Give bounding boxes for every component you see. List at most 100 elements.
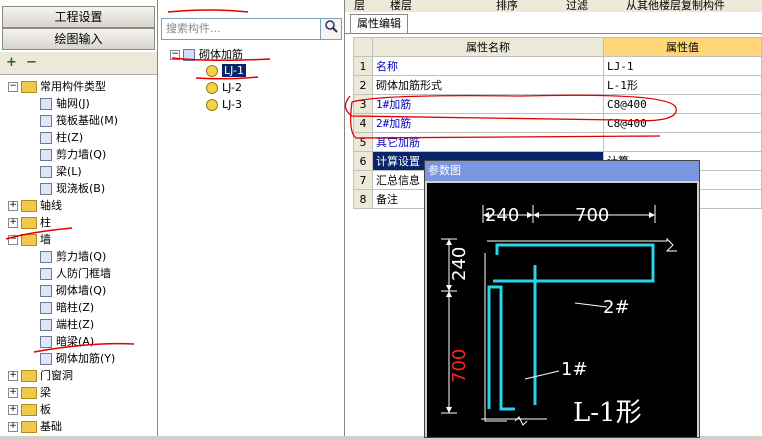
expand-icon[interactable]: + — [8, 405, 18, 415]
parameter-diagram-window[interactable]: 参数图 240 700 240 700 2# 1# L-1形 — [424, 160, 700, 438]
tree-category[interactable]: − 常用构件类型 — [8, 78, 106, 95]
tree-toolbar: + − — [0, 52, 157, 75]
tree-category[interactable]: + 梁 — [8, 384, 51, 401]
row-number: 6 — [353, 151, 373, 171]
tree-item[interactable]: 砌体加筋(Y) — [40, 350, 115, 367]
slab-icon — [40, 183, 52, 195]
expand-all-icon[interactable]: + — [6, 55, 17, 70]
dim-240-left: 240 — [449, 247, 470, 281]
tree-label: 梁 — [40, 386, 51, 399]
hidden-column-icon — [40, 302, 52, 314]
property-name-cell: 其它加筋 — [372, 132, 604, 152]
dim-700-left: 700 — [449, 349, 470, 383]
shear-wall-icon — [40, 149, 52, 161]
tree-item[interactable]: 梁(L) — [40, 163, 82, 180]
row-number-header — [353, 37, 373, 57]
search-input[interactable]: 搜索构件... — [161, 18, 321, 40]
folder-icon — [21, 370, 37, 382]
gear-icon — [206, 65, 218, 77]
tree-item[interactable]: 人防门框墙 — [40, 265, 111, 282]
tree-item[interactable]: 轴网(J) — [40, 95, 90, 112]
table-row[interactable]: 4 2#加筋 C8@400 — [353, 113, 762, 133]
dim-240-top: 240 — [485, 205, 519, 226]
property-name-cell: 1#加筋 — [372, 94, 604, 114]
tree-item[interactable]: 现浇板(B) — [40, 180, 105, 197]
expand-icon[interactable]: + — [8, 422, 18, 432]
table-row[interactable]: 2 砌体加筋形式 L-1形 — [353, 75, 762, 95]
list-item-label: LJ-1 — [222, 64, 246, 77]
project-settings-button[interactable]: 工程设置 — [2, 6, 155, 28]
search-icon[interactable] — [320, 18, 342, 40]
folder-icon — [21, 404, 37, 416]
tree-category[interactable]: + 轴线 — [8, 197, 62, 214]
list-item-label: LJ-2 — [222, 81, 242, 94]
tree-item[interactable]: 剪力墙(Q) — [40, 146, 106, 163]
row-number: 8 — [353, 189, 373, 209]
rebar-1-line — [487, 285, 515, 411]
collapse-all-icon[interactable]: − — [26, 55, 37, 70]
tree-category[interactable]: + 门窗洞 — [8, 367, 73, 384]
tree-label: 暗柱(Z) — [56, 301, 95, 314]
property-value-cell[interactable]: C8@400 — [603, 94, 762, 114]
collapse-icon[interactable]: − — [8, 235, 18, 245]
tree-item[interactable]: 剪力墙(Q) — [40, 248, 106, 265]
dim-700-top: 700 — [575, 205, 609, 226]
tree-category[interactable]: + 基础 — [8, 418, 62, 435]
tree-label: 暗梁(A) — [56, 335, 95, 348]
tree-label: 人防门框墙 — [56, 267, 111, 280]
folder-icon — [21, 387, 37, 399]
expand-icon[interactable]: + — [8, 388, 18, 398]
masonry-rebar-icon — [40, 353, 52, 365]
row-number: 5 — [353, 132, 373, 152]
tree-item[interactable]: 暗梁(A) — [40, 333, 94, 350]
column-icon — [40, 132, 52, 144]
list-item[interactable]: LJ-1 — [206, 62, 246, 79]
tree-item[interactable]: 筏板基础(M) — [40, 112, 118, 129]
property-value-cell[interactable]: LJ-1 — [603, 56, 762, 76]
beam-icon — [40, 166, 52, 178]
list-item[interactable]: LJ-2 — [206, 79, 242, 96]
parameter-diagram-title: 参数图 — [425, 161, 699, 181]
tree-item[interactable]: 暗柱(Z) — [40, 299, 94, 316]
collapse-icon[interactable]: − — [170, 50, 180, 60]
expand-icon[interactable]: + — [8, 201, 18, 211]
tree-category[interactable]: + 柱 — [8, 214, 51, 231]
row-number: 4 — [353, 113, 373, 133]
property-value-cell[interactable] — [603, 132, 762, 152]
component-list-panel: 搜索构件... − 砌体加筋 LJ-1 LJ-2 LJ-3 — [158, 0, 345, 436]
table-row[interactable]: 3 1#加筋 C8@400 — [353, 94, 762, 114]
drawing-input-button[interactable]: 绘图输入 — [2, 28, 155, 50]
grid-icon — [40, 98, 52, 110]
tree-label: 剪力墙(Q) — [56, 250, 107, 263]
expand-icon[interactable]: + — [8, 371, 18, 381]
tab-property-edit[interactable]: 属性编辑 — [350, 14, 408, 33]
tree-category[interactable]: − 墙 — [8, 231, 51, 248]
tree-item[interactable]: 端柱(Z) — [40, 316, 94, 333]
table-row[interactable]: 1 名称 LJ-1 — [353, 56, 762, 76]
tree-label: 柱 — [40, 216, 51, 229]
row-number: 2 — [353, 75, 373, 95]
table-row[interactable]: 5 其它加筋 — [353, 132, 762, 152]
property-name-cell: 砌体加筋形式 — [372, 75, 604, 95]
tab-divider — [345, 33, 762, 34]
row-number: 1 — [353, 56, 373, 76]
tree-label: 砌体加筋(Y) — [56, 352, 116, 365]
tree-item[interactable]: 砌体墙(Q) — [40, 282, 106, 299]
tree-label: 轴网(J) — [56, 97, 90, 110]
property-value-cell[interactable]: C8@400 — [603, 113, 762, 133]
tree-label: 墙 — [40, 233, 51, 246]
list-item[interactable]: LJ-3 — [206, 96, 242, 113]
tree-label: 板 — [40, 403, 51, 416]
property-value-cell[interactable]: L-1形 — [603, 75, 762, 95]
tree-label: 砌体墙(Q) — [56, 284, 107, 297]
collapse-icon[interactable]: − — [8, 82, 18, 92]
civil-defense-wall-icon — [40, 268, 52, 280]
tree-item[interactable]: 柱(Z) — [40, 129, 83, 146]
tree-label: 基础 — [40, 420, 62, 433]
expand-icon[interactable]: + — [8, 218, 18, 228]
shape-label: L-1形 — [573, 398, 642, 428]
list-item-label: LJ-3 — [222, 98, 242, 111]
tree-label: 剪力墙(Q) — [56, 148, 107, 161]
component-root[interactable]: − 砌体加筋 — [170, 46, 243, 63]
tree-category[interactable]: + 板 — [8, 401, 51, 418]
